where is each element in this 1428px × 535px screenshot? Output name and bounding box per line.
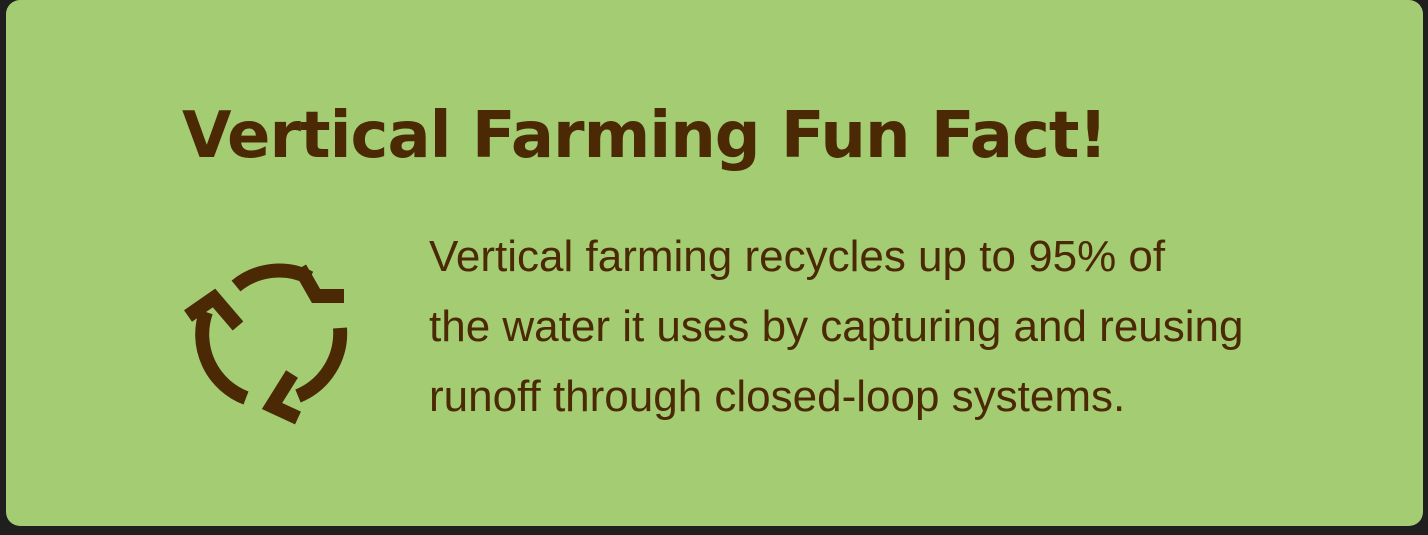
fun-fact-card: Vertical Farming Fun Fact! Vertical farm… <box>6 0 1423 526</box>
fact-line: Vertical farming recycles up to 95% of <box>429 232 1166 281</box>
fact-text: Vertical farming recycles up to 95% of t… <box>429 222 1329 432</box>
fact-line: runoff through closed-loop systems. <box>429 372 1126 421</box>
recycle-icon <box>184 263 348 425</box>
fact-line: the water it uses by capturing and reusi… <box>429 302 1244 351</box>
card-title: Vertical Farming Fun Fact! <box>182 99 1108 173</box>
